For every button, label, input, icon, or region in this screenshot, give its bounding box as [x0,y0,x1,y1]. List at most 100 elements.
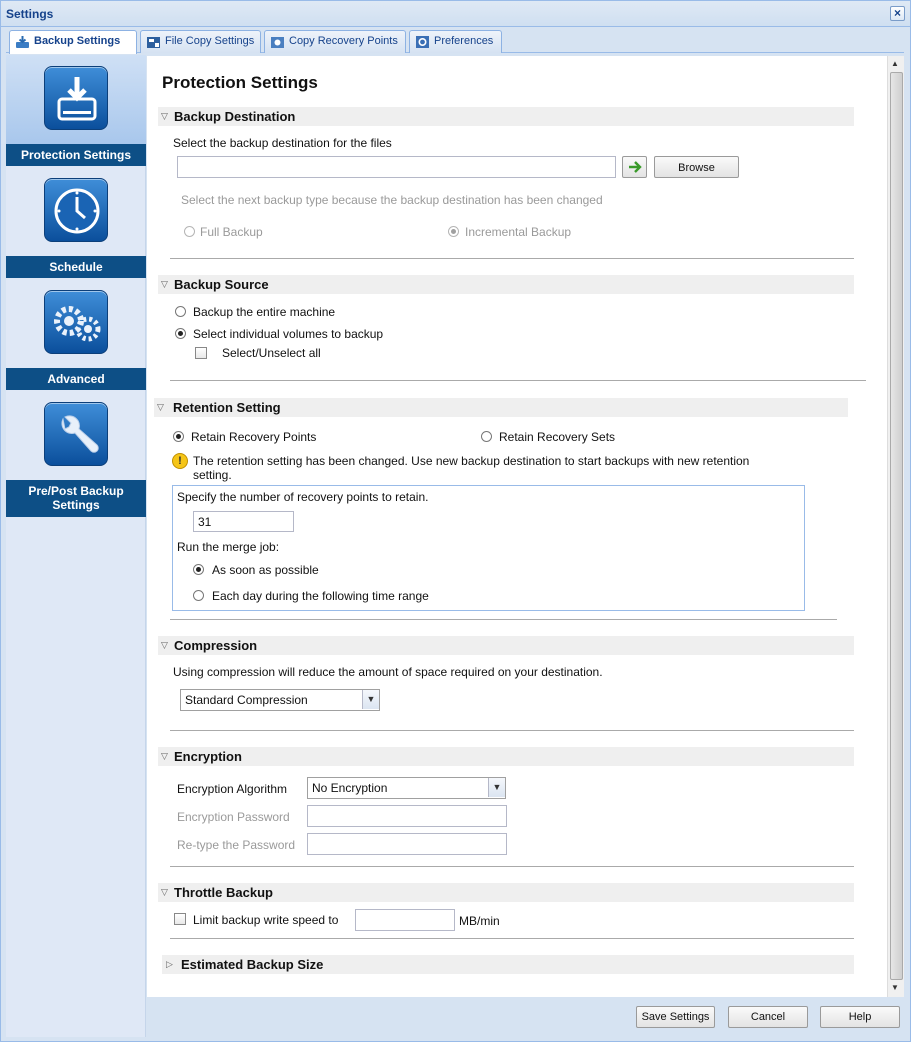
cancel-button[interactable]: Cancel [728,1006,808,1028]
incremental-backup-radio[interactable] [448,226,459,237]
merge-daily-radio[interactable] [193,590,204,601]
section-title: Backup Source [174,277,269,292]
incremental-backup-label: Incremental Backup [465,225,572,239]
select-all-label: Select/Unselect all [222,346,321,360]
drive-download-icon [44,66,108,130]
warning-icon: ! [172,453,188,469]
section-title: Encryption [174,749,242,764]
expand-icon: ▷ [166,959,173,969]
encryption-password-label: Encryption Password [177,810,290,824]
merge-asap-label: As soon as possible [212,563,319,577]
file-copy-icon [147,37,160,48]
merge-job-label: Run the merge job: [177,540,280,554]
sidebar-item-label: Pre/Post Backup Settings [6,480,146,517]
divider [170,938,854,939]
encryption-password-input[interactable] [307,805,507,827]
tab-label: File Copy Settings [165,35,255,47]
merge-daily-label: Each day during the following time range [212,589,429,603]
main-content: Protection Settings ▽ Backup Destination… [147,56,887,997]
go-arrow-button[interactable] [622,156,647,178]
section-title: Estimated Backup Size [181,957,324,972]
arrow-right-icon [628,161,642,173]
divider [170,619,837,620]
sidebar-item-label: Advanced [6,368,146,390]
vertical-scrollbar[interactable]: ▲ ▼ [887,56,904,997]
copy-recovery-icon [271,37,284,48]
full-backup-radio[interactable] [184,226,195,237]
sidebar-item-advanced[interactable]: Advanced [6,279,146,390]
speed-limit-input[interactable] [355,909,455,931]
collapse-icon: ▽ [161,640,168,650]
retention-warning: The retention setting has been changed. … [193,454,750,468]
section-backup-source[interactable]: ▽ Backup Source [158,275,854,294]
sidebar-item-label: Schedule [6,256,146,278]
help-button[interactable]: Help [820,1006,900,1028]
section-estimated-backup-size[interactable]: ▷ Estimated Backup Size [162,955,854,974]
divider [170,730,854,731]
section-backup-destination[interactable]: ▽ Backup Destination [158,107,854,126]
save-settings-button[interactable]: Save Settings [636,1006,715,1028]
browse-button[interactable]: Browse [654,156,739,178]
sidebar-item-schedule[interactable]: Schedule [6,167,146,278]
window-title: Settings [6,7,54,21]
individual-volumes-radio[interactable] [175,328,186,339]
retype-password-input[interactable] [307,833,507,855]
section-compression[interactable]: ▽ Compression [158,636,854,655]
divider [170,380,866,381]
collapse-icon: ▽ [161,279,168,289]
collapse-icon: ▽ [161,751,168,761]
chevron-down-icon: ▼ [488,778,505,797]
limit-speed-checkbox[interactable] [174,913,186,925]
compression-select[interactable]: Standard Compression ▼ [180,689,380,711]
destination-path-input[interactable] [177,156,616,178]
wrench-icon [44,402,108,466]
compression-select-value: Standard Compression [185,693,308,707]
sidebar: Protection Settings Schedule Advanced Pr… [6,55,146,1037]
individual-volumes-label: Select individual volumes to backup [193,327,384,341]
section-retention-setting[interactable]: ▽ Retention Setting [154,398,848,417]
chevron-down-icon: ▼ [362,690,379,709]
collapse-icon: ▽ [157,402,164,412]
recovery-points-count-input[interactable]: 31 [193,511,294,532]
section-title: Compression [174,638,258,653]
tab-copy-recovery-points[interactable]: Copy Recovery Points [264,30,406,53]
retain-recovery-points-radio[interactable] [173,431,184,442]
merge-asap-radio[interactable] [193,564,204,575]
settings-window: Settings × Backup Settings File Copy Set… [0,0,911,1042]
limit-speed-label: Limit backup write speed to [193,913,339,927]
section-title: Throttle Backup [174,885,273,900]
encryption-algorithm-label: Encryption Algorithm [177,782,288,796]
recovery-points-count-label: Specify the number of recovery points to… [177,490,429,504]
full-backup-label: Full Backup [200,225,263,239]
tab-label: Preferences [434,35,494,47]
backup-type-notice: Select the next backup type because the … [181,193,603,207]
tab-file-copy-settings[interactable]: File Copy Settings [140,30,261,53]
clock-icon [44,178,108,242]
recovery-points-box: Specify the number of recovery points to… [172,485,805,611]
tab-label: Backup Settings [34,35,121,47]
select-all-checkbox[interactable] [195,347,207,359]
section-encryption[interactable]: ▽ Encryption [158,747,854,766]
encryption-algorithm-value: No Encryption [312,781,388,795]
section-title: Backup Destination [174,109,296,124]
section-title: Retention Setting [173,400,281,415]
sidebar-item-pre-post-backup-settings[interactable]: Pre/Post Backup Settings [6,391,146,517]
scroll-up-icon[interactable]: ▲ [891,59,899,68]
retain-recovery-points-label: Retain Recovery Points [191,430,317,444]
tab-label: Copy Recovery Points [289,35,398,47]
section-throttle-backup[interactable]: ▽ Throttle Backup [158,883,854,902]
collapse-icon: ▽ [161,111,168,121]
sidebar-item-label: Protection Settings [6,144,146,166]
sidebar-item-protection-settings[interactable]: Protection Settings [6,55,146,166]
tab-preferences[interactable]: Preferences [409,30,502,53]
scroll-thumb[interactable] [890,72,903,980]
entire-machine-radio[interactable] [175,306,186,317]
close-icon[interactable]: × [890,6,905,21]
tab-backup-settings[interactable]: Backup Settings [9,30,137,54]
title-bar: Settings × [1,1,910,27]
destination-prompt: Select the backup destination for the fi… [173,136,392,150]
retain-recovery-sets-radio[interactable] [481,431,492,442]
encryption-algorithm-select[interactable]: No Encryption ▼ [307,777,506,799]
scroll-down-icon[interactable]: ▼ [891,983,899,992]
page-title: Protection Settings [162,73,318,92]
